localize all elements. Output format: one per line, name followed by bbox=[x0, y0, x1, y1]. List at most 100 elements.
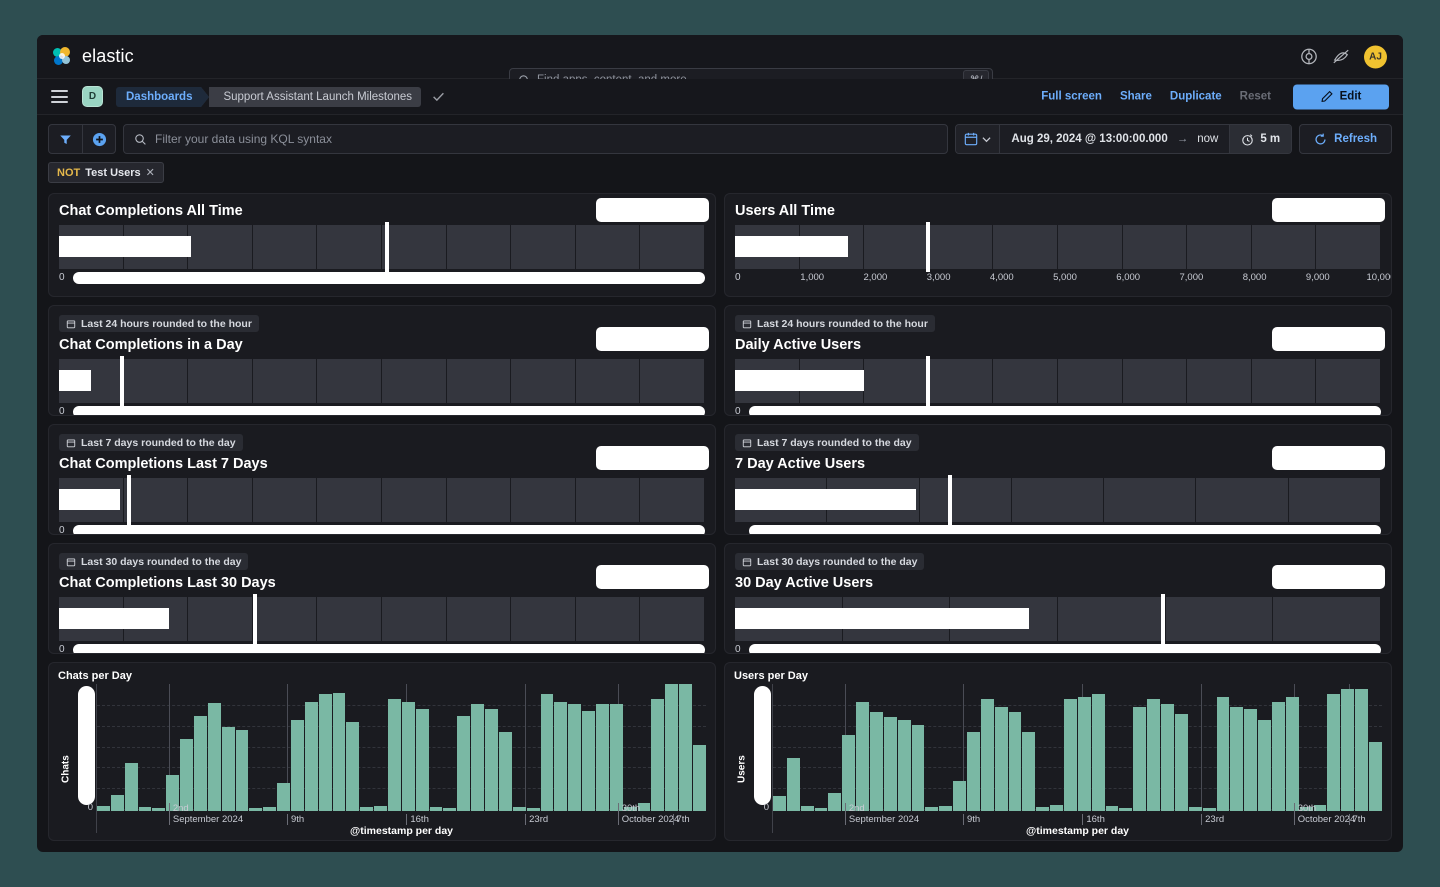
metric-value-redacted bbox=[596, 446, 709, 470]
chart-title: Users per Day bbox=[734, 670, 1382, 682]
panel-chats-per-day[interactable]: Chats per DayChats02ndSeptember 20249th1… bbox=[48, 662, 716, 841]
gauge-target-marker bbox=[385, 222, 389, 272]
panel-chat-completions-all-time[interactable]: Chat Completions All Time0 bbox=[48, 193, 716, 297]
hamburger-menu-icon[interactable] bbox=[51, 90, 68, 103]
deployment-icon[interactable] bbox=[1332, 48, 1350, 66]
x-axis-tick: 9th bbox=[963, 814, 980, 825]
chart-bar bbox=[953, 781, 966, 811]
check-icon bbox=[432, 90, 445, 103]
bullet-gauge: 0 bbox=[59, 359, 705, 416]
filter-icon[interactable] bbox=[49, 125, 82, 153]
gauge-axis-zero: 0 bbox=[59, 272, 73, 283]
duplicate-button[interactable]: Duplicate bbox=[1170, 91, 1222, 103]
panel-7-day-active-users[interactable]: Last 7 days rounded to the day7 Day Acti… bbox=[724, 424, 1392, 535]
app-badge[interactable]: D bbox=[82, 86, 103, 107]
dashboard-grid: Chat Completions All Time0Users All Time… bbox=[37, 183, 1403, 852]
gauge-axis-ticks bbox=[73, 272, 705, 287]
chart-bar bbox=[1341, 689, 1354, 811]
panel-chat-completions-last-30-days[interactable]: Last 30 days rounded to the dayChat Comp… bbox=[48, 543, 716, 654]
calendar-icon bbox=[66, 438, 76, 448]
gauge-axis-ticks bbox=[749, 644, 1381, 654]
panel-users-per-day[interactable]: Users per DayUsers02ndSeptember 20249th1… bbox=[724, 662, 1392, 841]
full-screen-button[interactable]: Full screen bbox=[1041, 91, 1102, 103]
date-start: Aug 29, 2024 @ 13:00:00.000 bbox=[1011, 133, 1167, 145]
gauge-axis-ticks: 1,0002,0003,0004,0005,0006,0007,0008,000… bbox=[749, 272, 1381, 287]
clock-icon bbox=[1241, 133, 1254, 146]
add-filter-icon[interactable] bbox=[82, 125, 115, 153]
gauge-value-bar bbox=[735, 370, 864, 391]
chart-bar bbox=[665, 684, 678, 811]
help-icon[interactable] bbox=[1300, 48, 1318, 66]
metric-value-redacted bbox=[596, 565, 709, 589]
chart-bar bbox=[125, 763, 138, 811]
chart-bar bbox=[801, 806, 814, 811]
breadcrumb-dashboards[interactable]: Dashboards bbox=[116, 87, 201, 107]
calendar-icon bbox=[66, 319, 76, 329]
x-axis-tick: 23rd bbox=[1201, 814, 1224, 825]
filter-pill-test-users[interactable]: NOT Test Users ✕ bbox=[48, 162, 164, 183]
chart-bar bbox=[1133, 707, 1146, 811]
x-axis-tick-sub: October 2024 bbox=[1298, 814, 1356, 825]
gauge-tick: 3,000 bbox=[927, 272, 951, 283]
edit-button[interactable]: Edit bbox=[1293, 84, 1389, 109]
y-axis-ticks-redacted bbox=[754, 686, 771, 805]
panel-chat-completions-last-7-days[interactable]: Last 7 days rounded to the dayChat Compl… bbox=[48, 424, 716, 535]
gauge-value-bar bbox=[59, 489, 120, 510]
brand-text: elastic bbox=[82, 46, 134, 67]
gauge-axis-ticks bbox=[749, 525, 1381, 535]
gauge-axis: 0 bbox=[59, 272, 705, 287]
chart-bar bbox=[1355, 689, 1368, 811]
avatar[interactable]: AJ bbox=[1364, 45, 1387, 68]
x-axis-tick: 30thOctober 2024 bbox=[1294, 803, 1356, 825]
chart-bar bbox=[1161, 704, 1174, 811]
chart-bar bbox=[967, 732, 980, 811]
gauge-axis bbox=[735, 525, 1381, 535]
close-icon[interactable]: ✕ bbox=[146, 166, 155, 179]
gauge-axis-zero: 0 bbox=[735, 272, 749, 283]
x-axis-tick: 2ndSeptember 2024 bbox=[169, 803, 243, 825]
refresh-interval-label: 5 m bbox=[1260, 133, 1280, 145]
chart-bar bbox=[1175, 714, 1188, 811]
chart-bar bbox=[1244, 709, 1257, 811]
panel-30-day-active-users[interactable]: Last 30 days rounded to the day30 Day Ac… bbox=[724, 543, 1392, 654]
refresh-button[interactable]: Refresh bbox=[1299, 124, 1392, 154]
bullet-gauge: 0 bbox=[735, 359, 1381, 416]
chart-bar bbox=[180, 739, 193, 811]
chart-bar bbox=[1022, 732, 1035, 811]
bar-series bbox=[97, 684, 706, 811]
chart-bar bbox=[249, 808, 262, 811]
refresh-icon bbox=[1314, 133, 1327, 146]
gauge-value-bar bbox=[735, 489, 916, 510]
panel-time-badge: Last 24 hours rounded to the hour bbox=[59, 315, 259, 332]
gauge-axis-redacted bbox=[73, 272, 705, 284]
refresh-interval[interactable]: 5 m bbox=[1229, 125, 1291, 153]
calendar-dropdown[interactable] bbox=[956, 125, 1000, 153]
date-range[interactable]: Aug 29, 2024 @ 13:00:00.000 → now bbox=[1000, 125, 1229, 153]
chart-bar bbox=[1147, 699, 1160, 811]
filter-label: Test Users bbox=[85, 167, 140, 179]
chart-bar bbox=[596, 704, 609, 811]
chart-bar bbox=[568, 704, 581, 811]
chart-bar bbox=[388, 699, 401, 811]
chart-bar bbox=[527, 808, 540, 811]
breadcrumb-current[interactable]: Support Assistant Launch Milestones bbox=[209, 87, 421, 107]
chart-bar bbox=[402, 702, 415, 811]
gauge-tick: 2,000 bbox=[864, 272, 888, 283]
chart-bar bbox=[1009, 712, 1022, 811]
kql-input[interactable] bbox=[155, 132, 937, 146]
y-axis: 0 bbox=[74, 684, 96, 833]
elastic-logo[interactable]: elastic bbox=[53, 46, 134, 67]
share-button[interactable]: Share bbox=[1120, 91, 1152, 103]
chart-bar bbox=[856, 702, 869, 811]
metric-value-redacted bbox=[596, 198, 709, 222]
chart-bar bbox=[773, 796, 786, 811]
plot-area: 2ndSeptember 20249th16th23rd30thOctober … bbox=[96, 684, 706, 833]
panel-users-all-time[interactable]: Users All Time01,0002,0003,0004,0005,000… bbox=[724, 193, 1392, 297]
panel-chat-completions-in-a-day[interactable]: Last 24 hours rounded to the hourChat Co… bbox=[48, 305, 716, 416]
kql-search-bar[interactable] bbox=[123, 124, 948, 154]
x-axis-title: @timestamp per day bbox=[773, 825, 1382, 837]
panel-daily-active-users[interactable]: Last 24 hours rounded to the hourDaily A… bbox=[724, 305, 1392, 416]
chart-bar bbox=[651, 699, 664, 811]
gauge-axis-redacted bbox=[73, 525, 705, 535]
chart-bar bbox=[291, 720, 304, 811]
